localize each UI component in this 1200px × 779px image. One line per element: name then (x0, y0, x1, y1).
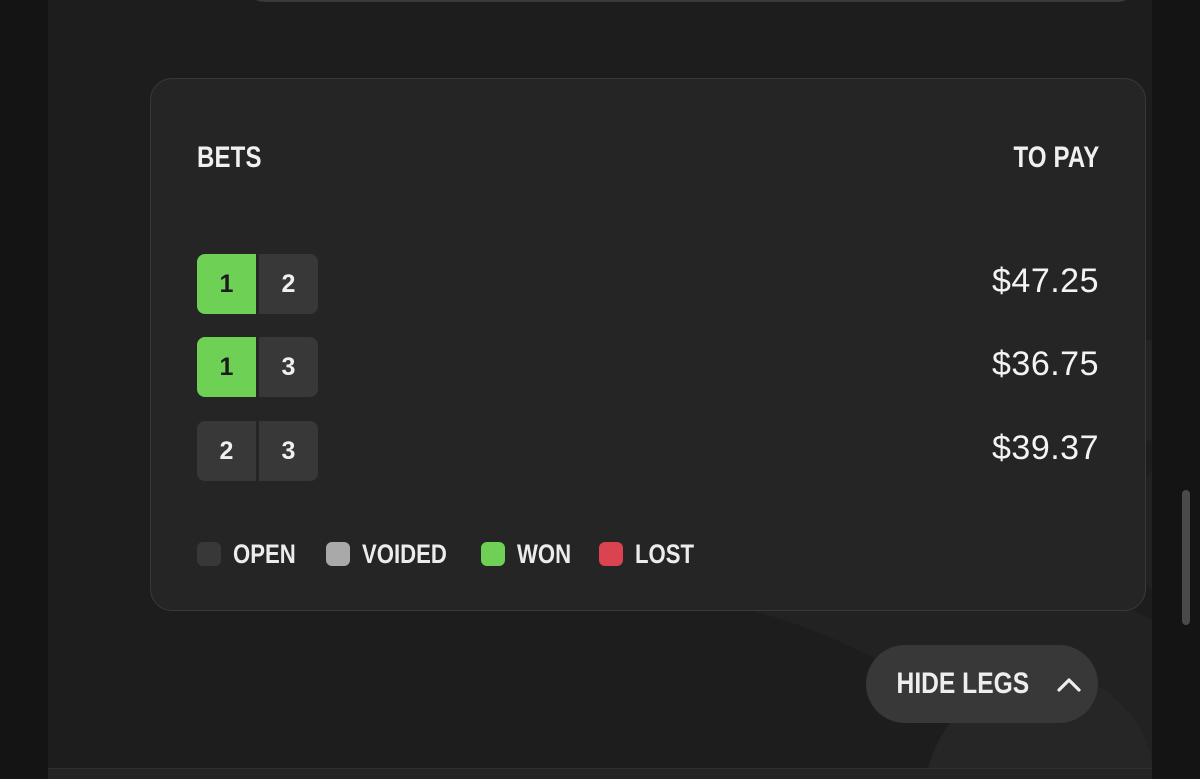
bet-legs: 1 2 (197, 254, 318, 314)
legend-item-won: WON (481, 539, 575, 570)
bet-row: 2 3 $39.37 (197, 421, 1099, 481)
legend-label: VOIDED (361, 538, 447, 569)
legend-label: OPEN (233, 538, 296, 569)
payout-amount: $47.25 (992, 262, 1099, 300)
to-pay-heading: TO PAY (1013, 141, 1099, 174)
voided-swatch (325, 542, 350, 566)
leg-badge: 2 (259, 254, 318, 314)
previous-card-edge (243, 0, 1139, 2)
bet-legs: 1 3 (197, 337, 318, 397)
payout-amount: $36.75 (992, 345, 1099, 383)
payout-amount: $39.37 (992, 429, 1099, 467)
legend-label: LOST (635, 538, 695, 569)
bets-heading: BETS (197, 141, 262, 174)
bets-card: BETS TO PAY 1 2 $47.25 1 3 $36.75 2 3 $3… (150, 78, 1146, 611)
bottom-bar (48, 768, 1152, 779)
hide-legs-label: HIDE LEGS (896, 667, 1030, 700)
leg-badge: 1 (197, 337, 256, 397)
scrollbar-thumb[interactable] (1182, 490, 1190, 625)
legend-item-lost: LOST (599, 539, 699, 570)
leg-badge: 1 (197, 254, 256, 314)
bet-row: 1 3 $36.75 (197, 337, 1099, 397)
hide-legs-button[interactable]: HIDE LEGS (866, 645, 1098, 723)
bet-legs: 2 3 (197, 421, 318, 481)
leg-badge: 2 (197, 421, 256, 481)
lost-swatch (599, 542, 624, 566)
legend-item-open: OPEN (197, 539, 302, 570)
status-legend: OPEN VOIDED WON LOST (197, 539, 723, 569)
bet-row: 1 2 $47.25 (197, 254, 1099, 314)
chevron-up-icon (1057, 678, 1081, 692)
legend-label: WON (517, 538, 572, 569)
leg-badge: 3 (259, 421, 318, 481)
open-swatch (197, 542, 221, 566)
legend-item-voided: VOIDED (325, 538, 458, 570)
leg-badge: 3 (259, 337, 318, 397)
won-swatch (481, 542, 506, 566)
